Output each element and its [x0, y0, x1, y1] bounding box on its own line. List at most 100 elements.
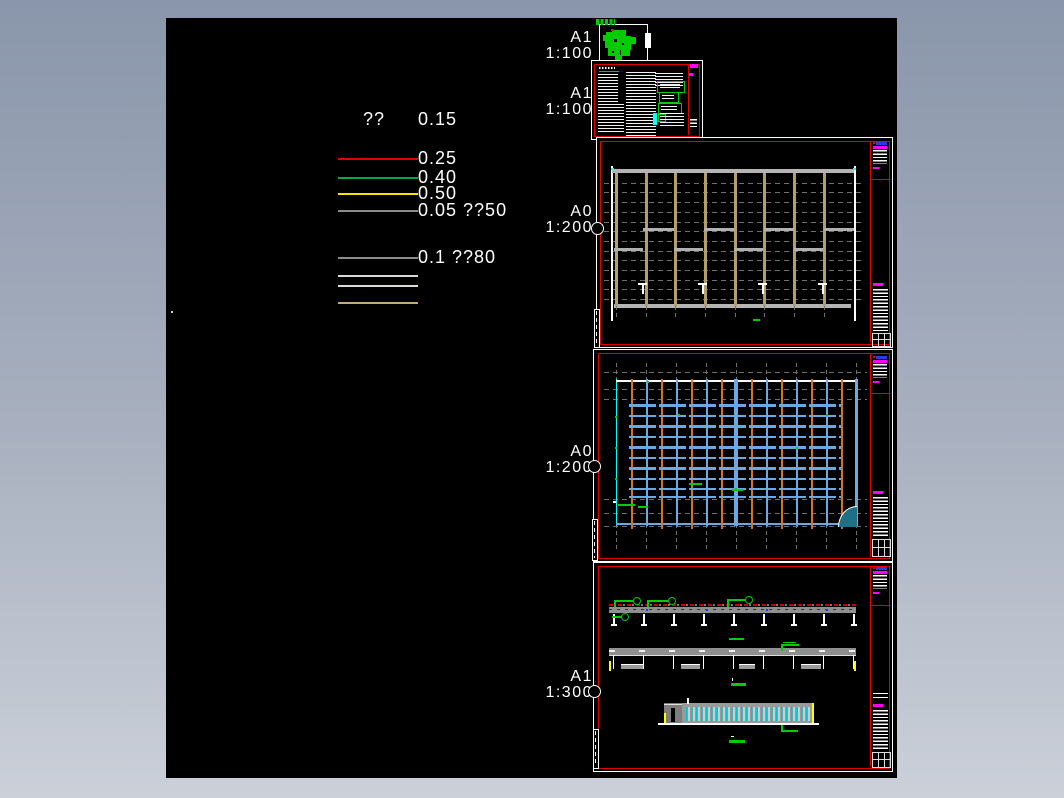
blob-hole — [612, 51, 614, 53]
green-mark — [638, 506, 648, 508]
green-mark — [618, 504, 635, 506]
titleblock-text — [873, 575, 887, 589]
column-foot — [850, 624, 857, 626]
yellow-edge — [664, 713, 666, 723]
sheet-framing-plan-2[interactable] — [588, 349, 893, 562]
green-dot — [615, 416, 617, 418]
titleblock-rule — [873, 697, 888, 698]
white-dot — [613, 501, 616, 503]
titleblock-divider — [870, 353, 871, 557]
equipment-box — [621, 664, 643, 669]
column-line — [704, 173, 707, 306]
blue-frame-line — [706, 379, 708, 526]
sheet-label-3: A0 1:200 — [493, 204, 593, 235]
titleblock-logo-text — [876, 567, 887, 570]
green-annotation — [727, 599, 745, 601]
purlin-line — [661, 379, 663, 529]
column-line — [674, 173, 678, 306]
column-line — [822, 655, 825, 669]
cyan-tick — [611, 168, 614, 170]
cad-canvas[interactable]: ?? 0.15 0.25 0.40 0.50 0.05 ??50 0.1 ??8… — [166, 18, 897, 778]
column-foot — [790, 624, 797, 626]
sheet-size: A1 — [570, 85, 593, 102]
fold-mark — [592, 519, 598, 561]
ground-line — [658, 722, 819, 725]
green-dot — [796, 447, 798, 449]
blue-bar-row — [629, 477, 841, 480]
beam-segment — [734, 247, 764, 251]
legend-line — [338, 210, 418, 212]
column-line — [672, 655, 675, 669]
sheet-scale: 1:100 — [545, 44, 593, 62]
notes-text-column — [626, 72, 656, 136]
blue-bar-row — [629, 446, 841, 449]
notes-text-column — [598, 104, 624, 134]
roof-post — [687, 698, 689, 704]
grid-line — [823, 306, 825, 319]
equipment-box — [681, 664, 700, 669]
grid-line — [794, 306, 795, 319]
column-line — [702, 655, 705, 669]
sheet-label-1: A1 1:100 — [493, 30, 593, 61]
sheet-general-notes[interactable] — [591, 60, 703, 140]
magenta-mark — [689, 73, 693, 76]
clip-mark — [588, 460, 601, 473]
notes-text-column — [660, 113, 684, 127]
purlin-line — [811, 379, 813, 529]
paper-tab — [645, 33, 651, 48]
sheet-sections-elevation[interactable] — [588, 562, 893, 772]
green-dot — [615, 447, 617, 449]
grid-line — [734, 306, 736, 319]
clip-mark — [588, 685, 601, 698]
titleblock-logo-text — [876, 356, 887, 359]
blue-bar-row — [629, 467, 841, 470]
tower-window — [671, 708, 675, 722]
legend-header-left: ?? — [363, 109, 386, 129]
green-dot — [615, 478, 617, 480]
titleblock-logo — [873, 356, 875, 358]
sheet-framing-plan-1[interactable] — [591, 137, 893, 348]
green-annotation — [621, 613, 629, 621]
column-line — [612, 655, 615, 669]
sheet-scale: 1:200 — [545, 218, 593, 236]
grid-line — [705, 306, 706, 319]
titleblock-logo — [873, 567, 875, 569]
titleblock-rule — [873, 693, 888, 694]
tick — [732, 678, 733, 681]
cyan-gridline — [616, 379, 617, 526]
blue-bar-row — [629, 425, 841, 428]
green-mark — [689, 483, 702, 485]
titleblock-magenta-bar — [873, 283, 883, 286]
sheet-scale: 1:200 — [545, 458, 593, 476]
purlin-line — [781, 379, 783, 529]
column-line — [615, 173, 618, 306]
titleblock-magenta-bar — [873, 360, 887, 363]
legend-line — [338, 177, 418, 179]
sheet-label-5: A1 1:300 — [493, 669, 593, 700]
scale-bar — [731, 683, 746, 686]
legend-line — [338, 275, 418, 277]
t-post — [702, 285, 704, 294]
blue-bar-row — [629, 456, 841, 459]
sheet-size: A1 — [570, 29, 593, 46]
stray-dot — [171, 311, 173, 313]
titleblock-magenta-mark — [873, 167, 879, 169]
green-dot — [826, 414, 828, 416]
cyan-tick — [853, 168, 856, 170]
legend-line — [338, 158, 418, 160]
sheet-site-plan[interactable] — [596, 19, 651, 64]
titleblock-logo — [873, 142, 875, 144]
titleblock-cells — [872, 752, 891, 768]
beam-segment — [614, 247, 643, 251]
purlin-line — [721, 379, 723, 529]
titleblock-magenta-bar — [873, 491, 883, 494]
blue-speck — [826, 609, 828, 611]
red-mark — [611, 29, 614, 31]
purlin-line — [631, 379, 633, 529]
purlin-line — [691, 379, 693, 529]
green-annotation — [668, 597, 676, 605]
legend-line — [338, 193, 418, 195]
titleblock-logo-text — [876, 142, 887, 145]
band-text — [609, 650, 856, 652]
legend-item-label: 0.25 — [418, 148, 458, 168]
